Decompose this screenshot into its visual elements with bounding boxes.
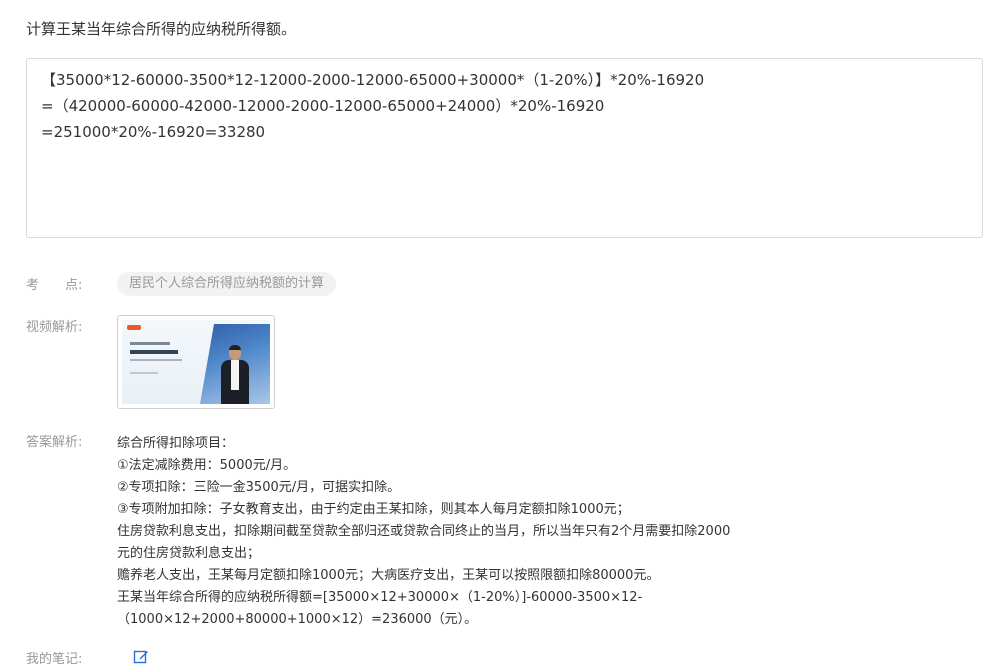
- brand-logo-icon: [127, 325, 141, 330]
- presenter-figure: [220, 345, 250, 404]
- video-slide-text: [130, 359, 182, 361]
- analysis-line: ①法定减除费用：5000元/月。: [117, 458, 297, 473]
- video-slide-text: [130, 342, 170, 345]
- video-label: 视频解析:: [26, 320, 83, 335]
- video-thumbnail[interactable]: [117, 315, 275, 409]
- answer-line: =（420000-60000-42000-12000-2000-12000-65…: [41, 97, 605, 115]
- analysis-content: 综合所得扣除项目： ①法定减除费用：5000元/月。 ②专项扣除：三险一金350…: [117, 433, 797, 631]
- analysis-line: 元的住房贷款利息支出；: [117, 546, 261, 561]
- video-slide-text: [130, 350, 178, 354]
- video-preview-image: [122, 320, 270, 404]
- kaodian-tag[interactable]: 居民个人综合所得应纳税额的计算: [117, 272, 337, 296]
- notes-label: 我的笔记:: [26, 652, 83, 667]
- question-title: 计算王某当年综合所得的应纳税所得额。: [26, 20, 297, 38]
- answer-line: 【35000*12-60000-3500*12-12000-2000-12000…: [41, 71, 705, 89]
- edit-icon[interactable]: [133, 649, 149, 665]
- analysis-line: ③专项附加扣除：子女教育支出，由于约定由王某扣除，则其本人每月定额扣除1000元…: [117, 502, 630, 517]
- video-slide-text: [130, 372, 158, 374]
- analysis-label: 答案解析:: [26, 435, 83, 450]
- analysis-line: 综合所得扣除项目：: [117, 436, 235, 451]
- analysis-line: 赡养老人支出，王某每月定额扣除1000元；大病医疗支出，王某可以按照限额扣除80…: [117, 568, 660, 583]
- answer-line: =251000*20%-16920=33280: [41, 123, 266, 141]
- kaodian-label-part1: 考: [26, 278, 40, 293]
- analysis-line: （1000×12+2000+80000+1000×12）=236000（元）。: [117, 612, 478, 627]
- answer-box: 【35000*12-60000-3500*12-12000-2000-12000…: [26, 58, 983, 238]
- analysis-line: 住房贷款利息支出，扣除期间截至贷款全部归还或贷款合同终止的当月，所以当年只有2个…: [117, 524, 731, 539]
- analysis-line: 王某当年综合所得的应纳税所得额=[35000×12+30000×（1-20%）]…: [117, 590, 643, 605]
- kaodian-label: 考 点:: [26, 276, 82, 296]
- analysis-line: ②专项扣除：三险一金3500元/月，可据实扣除。: [117, 480, 401, 495]
- kaodian-label-part2: 点:: [65, 278, 83, 293]
